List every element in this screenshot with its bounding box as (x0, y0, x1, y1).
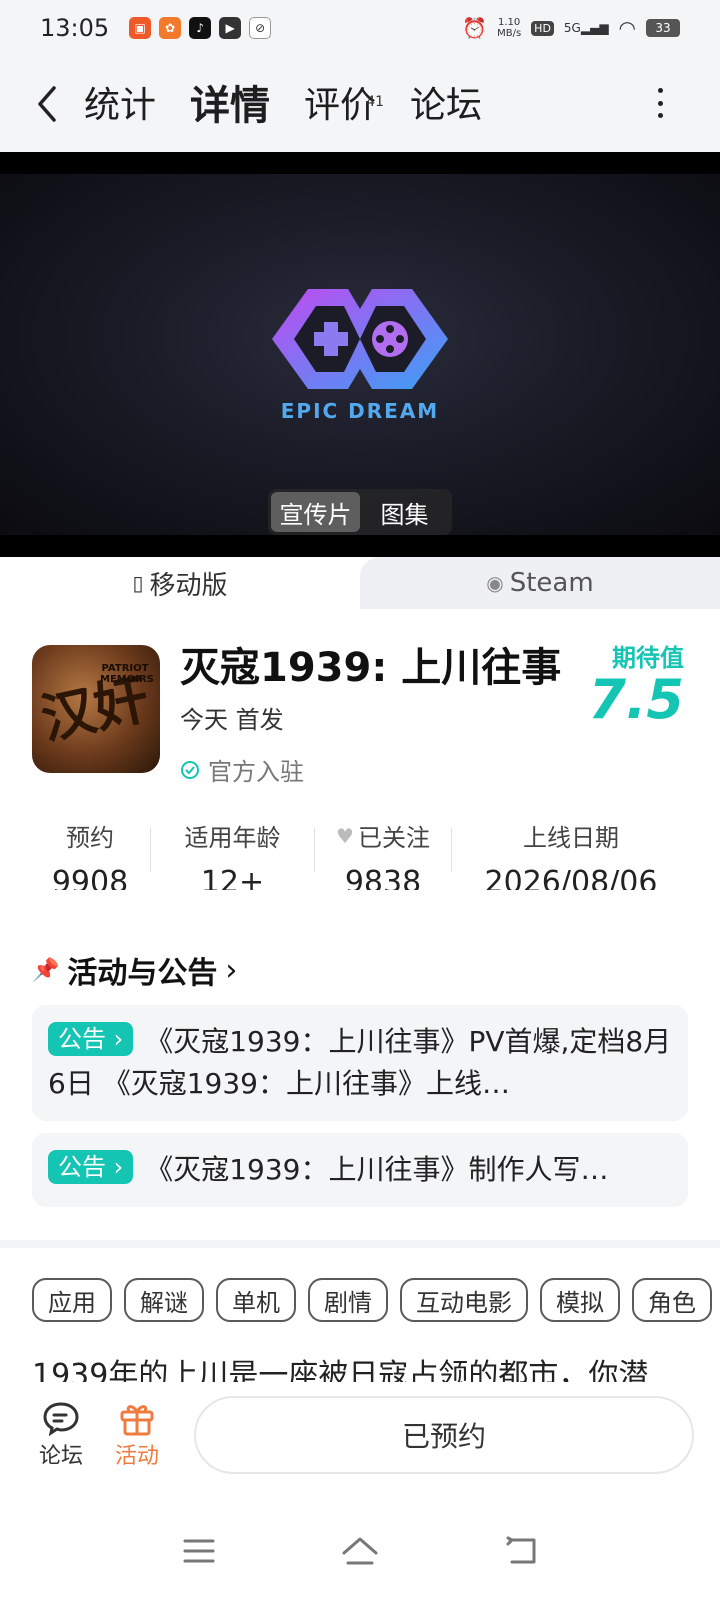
back-arrow-icon[interactable] (34, 84, 64, 124)
activities-title: 活动与公告 (67, 956, 218, 991)
chat-bubble-icon (43, 1402, 79, 1437)
stats-row: 预约 9908 适用年龄 12+ ♥ 已关注 9838 上线日期 2026/08/… (30, 818, 690, 891)
notice-item[interactable]: 公告 › 《灭寇1939：上川往事》制作人写… (32, 1133, 688, 1207)
net-speed: 1.10 MB/s (497, 17, 522, 39)
notice-item[interactable]: 公告 › 《灭寇1939：上川往事》PV首爆,定档8月6日 《灭寇1939：上川往… (32, 1005, 688, 1121)
bottom-action-bar: 论坛 活动 已预约 (0, 1382, 720, 1497)
tag-puzzle[interactable]: 解谜 (124, 1278, 204, 1322)
tab-bar: 统计 详情 评价 41 论坛 (84, 74, 482, 134)
tab-details[interactable]: 详情 (186, 78, 275, 134)
stat-age: 适用年龄 12+ (151, 818, 314, 890)
video-player[interactable]: EPIC DREAM 宣传片 图集 (0, 152, 720, 557)
stat-key: 预约 (66, 824, 114, 852)
leaf-icon: ⊘ (249, 17, 272, 39)
game-description: 1939年的上川是一座被日寇占领的都市，你潜 (32, 1358, 649, 1382)
tab-steam[interactable]: ◉ Steam (360, 557, 720, 609)
expect-value: 7.5 (588, 668, 684, 731)
tab-mobile[interactable]: ▯ 移动版 (0, 557, 360, 609)
battery-icon: 33 (646, 19, 680, 37)
tag-list: 应用 解谜 单机 剧情 互动电影 模拟 角色 (32, 1278, 720, 1324)
stat-key: 已关注 (357, 824, 430, 852)
stat-value: 9908 (51, 865, 129, 890)
hd-icon: HD (531, 20, 554, 36)
tag-rpg[interactable]: 角色 (632, 1278, 712, 1322)
epic-dream-logo-icon (272, 289, 448, 389)
official-label: 官方入驻 (208, 758, 304, 786)
app-icon: ▣ (129, 17, 152, 39)
stat-launch-date: 上线日期 2026/08/06 (452, 818, 690, 890)
menu-icon[interactable] (182, 1536, 216, 1566)
system-nav-bar (0, 1497, 720, 1605)
tag-app[interactable]: 应用 (32, 1278, 112, 1322)
heart-icon: ♥ (336, 823, 354, 848)
notice-text: 《灭寇1939：上川往事》制作人写… (145, 1153, 609, 1186)
back-icon[interactable] (504, 1536, 538, 1566)
activities-header[interactable]: 📌 活动与公告 › (32, 948, 237, 992)
game-icon[interactable]: 汉奸 PATRIOT MEMOIRS (32, 645, 160, 773)
status-bar: 13:05 ▣ ✿ ♪ ▶ ⊘ ⏰ 1.10 MB/s HD 5G▂▄▆ ◠ 3… (0, 0, 720, 56)
tiktok-icon: ♪ (189, 17, 212, 39)
stat-value: 9838 (344, 865, 422, 890)
forum-label: 论坛 (38, 1444, 83, 1469)
forum-button[interactable]: 论坛 (26, 1398, 96, 1470)
section-divider (0, 1240, 720, 1248)
tab-steam-label: Steam (509, 568, 594, 598)
tag-simulation[interactable]: 模拟 (540, 1278, 620, 1322)
more-options-icon[interactable] (656, 88, 664, 118)
tab-reviews[interactable]: 评价 41 (304, 78, 384, 134)
review-count-badge: 41 (366, 94, 385, 110)
stat-value: 2026/08/06 (484, 865, 658, 890)
pin-icon: 📌 (32, 957, 60, 983)
reserved-button[interactable]: 已预约 (194, 1396, 694, 1474)
tag-single[interactable]: 单机 (216, 1278, 296, 1322)
phone-icon: ▯ (132, 571, 144, 595)
app-icon: ✿ (159, 17, 182, 39)
signal-icon: 5G▂▄▆ (563, 21, 609, 35)
activity-button[interactable]: 活动 (102, 1398, 172, 1470)
logo-text: EPIC DREAM (280, 399, 440, 423)
stat-followed[interactable]: ♥ 已关注 9838 (315, 818, 451, 891)
game-title: 灭寇1939: 上川往事 (180, 645, 562, 691)
stat-key: 上线日期 (523, 824, 619, 852)
steam-icon: ◉ (486, 571, 504, 595)
play-icon: ▶ (219, 17, 242, 39)
tab-mobile-label: 移动版 (149, 570, 228, 601)
stat-value: 12+ (200, 865, 265, 890)
tag-story[interactable]: 剧情 (308, 1278, 388, 1322)
notice-text: 《灭寇1939：上川往事》PV首爆,定档8月6日 《灭寇1939：上川往事》上线… (48, 1025, 672, 1100)
tab-forum[interactable]: 论坛 (410, 78, 482, 134)
chevron-right-icon: › (225, 952, 238, 988)
trailer-button[interactable]: 宣传片 (271, 492, 360, 532)
verified-check-icon (181, 760, 199, 779)
alarm-icon: ⏰ (462, 16, 488, 40)
platform-tabs: ▯ 移动版 ◉ Steam (0, 557, 720, 609)
media-switch: 宣传片 图集 (268, 489, 452, 535)
status-time: 13:05 (40, 14, 110, 42)
notice-tag: 公告 › (48, 1022, 134, 1056)
game-icon-subtext: PATRIOT MEMOIRS (100, 663, 154, 685)
release-info: 今天 首发 (180, 706, 284, 734)
top-nav: 统计 详情 评价 41 论坛 (0, 56, 720, 152)
stat-key: 适用年龄 (184, 824, 281, 852)
gift-icon (120, 1405, 154, 1436)
tab-stats[interactable]: 统计 (84, 78, 156, 134)
official-badge: 官方入驻 (180, 752, 304, 787)
status-app-icons: ▣ ✿ ♪ ▶ ⊘ (129, 17, 272, 39)
stat-reservations: 预约 9908 (30, 818, 150, 890)
activity-label: 活动 (114, 1444, 159, 1469)
wifi-icon: ◠ (618, 16, 636, 40)
home-icon[interactable] (340, 1535, 380, 1567)
notice-tag: 公告 › (48, 1150, 134, 1184)
tag-interactive-movie[interactable]: 互动电影 (400, 1278, 528, 1322)
gallery-button[interactable]: 图集 (360, 492, 449, 532)
